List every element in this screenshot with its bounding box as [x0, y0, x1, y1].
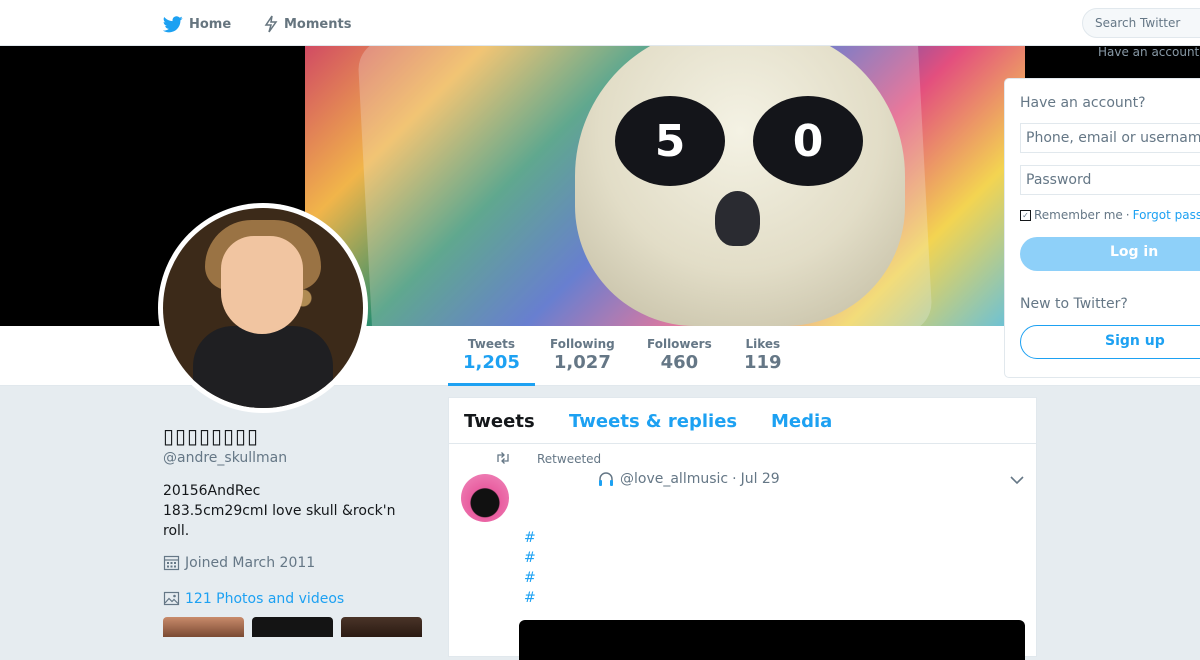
- timeline: Tweets Tweets & replies Media Retweeted …: [448, 397, 1037, 660]
- tab-tweets[interactable]: Tweets: [464, 411, 535, 432]
- have-account-hint: Have an account: [1098, 45, 1200, 59]
- remember-checkbox[interactable]: ✓: [1020, 209, 1031, 221]
- banner-image: 5 0: [305, 46, 1025, 326]
- tweet-author-avatar[interactable]: [461, 474, 509, 522]
- retweet-icon: [497, 452, 509, 464]
- stat-value: 119: [744, 352, 782, 373]
- remember-label[interactable]: Remember me: [1034, 208, 1123, 222]
- photo-thumbnail[interactable]: [163, 617, 244, 637]
- stat-value: 460: [660, 352, 699, 373]
- profile-avatar[interactable]: [158, 203, 368, 413]
- nav-home[interactable]: Home: [163, 14, 231, 34]
- password-placeholder: Password: [1026, 172, 1092, 188]
- photos-videos-label: 121 Photos and videos: [185, 590, 345, 607]
- joined-text: Joined March 2011: [185, 554, 316, 571]
- search-input[interactable]: Search Twitter: [1082, 8, 1200, 38]
- stat-label: Followers: [647, 337, 712, 351]
- profile-name[interactable]: ▯▯▯▯▯▯▯▯: [163, 424, 259, 448]
- hashtag-link[interactable]: #: [524, 570, 536, 586]
- tweet-header: @love_allmusic · Jul 29: [597, 471, 780, 487]
- username-field[interactable]: Phone, email or username: [1020, 123, 1200, 153]
- new-to-twitter: New to Twitter?: [1020, 296, 1128, 312]
- skull-eye-left-text: 5: [654, 115, 686, 167]
- forgot-password-link[interactable]: Forgot password?: [1133, 208, 1200, 222]
- bio-line: 183.5cm29cmI love skull &rock'n roll.: [163, 503, 396, 539]
- stat-value: 1,205: [463, 352, 520, 373]
- joined-date: Joined March 2011: [163, 554, 315, 571]
- image-icon: [163, 591, 180, 606]
- stat-value: 1,027: [553, 352, 611, 373]
- photos-videos-link[interactable]: 121 Photos and videos: [163, 590, 344, 607]
- stat-followers[interactable]: Followers 460: [647, 337, 712, 373]
- timeline-tabs: Tweets Tweets & replies Media: [449, 398, 1036, 444]
- headphones-icon: [599, 472, 613, 486]
- lightning-icon: [264, 15, 278, 33]
- login-card: Have an account? Phone, email or usernam…: [1004, 78, 1200, 378]
- remember-row: ✓ Remember me · Forgot password?: [1020, 208, 1200, 222]
- stat-label: Likes: [745, 337, 781, 351]
- skull-eye-right-text: 0: [792, 115, 824, 167]
- active-stat-underline: [448, 383, 535, 386]
- skull-nose: [715, 191, 760, 246]
- login-title: Have an account?: [1020, 95, 1146, 111]
- stat-likes[interactable]: Likes 119: [744, 337, 782, 373]
- hashtag-link[interactable]: #: [524, 590, 536, 606]
- avatar-face: [221, 236, 303, 334]
- bio-line: 20156AndRec: [163, 483, 261, 499]
- nav-moments[interactable]: Moments: [264, 14, 351, 34]
- photo-thumbnail[interactable]: [341, 617, 422, 637]
- stat-following[interactable]: Following 1,027: [550, 337, 615, 373]
- search-placeholder: Search Twitter: [1095, 16, 1181, 30]
- photo-thumbnail[interactable]: [252, 617, 333, 637]
- nav-moments-label: Moments: [284, 16, 352, 32]
- retweeted-label: Retweeted: [537, 452, 602, 466]
- skull-cake: 5 0: [575, 46, 905, 326]
- chevron-down-icon[interactable]: [1010, 475, 1024, 485]
- nav-home-label: Home: [189, 16, 232, 32]
- skull-eye-left: 5: [615, 96, 725, 186]
- remember-separator: ·: [1125, 208, 1130, 222]
- login-button[interactable]: Log in: [1020, 237, 1200, 271]
- avatar-image: [163, 208, 363, 408]
- tweet-media-preview[interactable]: [519, 620, 1025, 660]
- avatar-body: [193, 326, 333, 408]
- stat-tweets[interactable]: Tweets 1,205: [463, 337, 520, 373]
- tab-media[interactable]: Media: [771, 411, 832, 432]
- calendar-icon: [163, 555, 180, 571]
- tab-tweets-replies[interactable]: Tweets & replies: [569, 411, 737, 432]
- hashtag-link[interactable]: #: [524, 550, 536, 566]
- tweet-separator: ·: [732, 471, 737, 487]
- signup-button[interactable]: Sign up: [1020, 325, 1200, 359]
- profile-bio: 20156AndRec 183.5cm29cmI love skull &roc…: [163, 481, 413, 541]
- username-placeholder: Phone, email or username: [1026, 130, 1200, 146]
- twitter-bird-icon: [163, 15, 183, 32]
- tweet-author-handle[interactable]: @love_allmusic: [620, 471, 728, 487]
- profile-handle[interactable]: @andre_skullman: [163, 450, 287, 466]
- hashtag-link[interactable]: #: [524, 530, 536, 546]
- skull-eye-right: 0: [753, 96, 863, 186]
- password-field[interactable]: Password: [1020, 165, 1200, 195]
- stat-label: Following: [550, 337, 615, 351]
- tweet-date[interactable]: Jul 29: [741, 471, 780, 487]
- top-navigation-bar: Home Moments Search Twitter: [0, 0, 1200, 46]
- stat-label: Tweets: [467, 337, 516, 351]
